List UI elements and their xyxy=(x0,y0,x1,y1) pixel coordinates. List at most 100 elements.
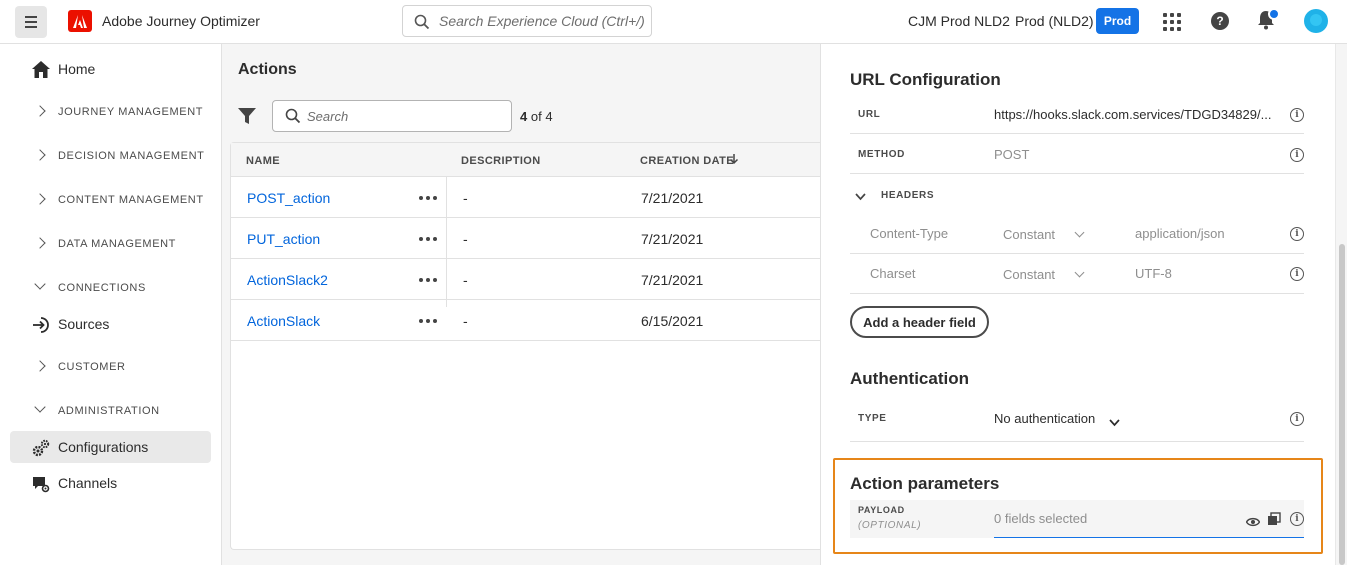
more-actions-icon[interactable] xyxy=(419,196,437,200)
info-icon[interactable]: i xyxy=(1290,148,1304,162)
payload-focus-underline xyxy=(994,537,1304,538)
info-icon[interactable]: i xyxy=(1290,267,1304,281)
table-row[interactable]: POST_action - 7/21/2021 xyxy=(231,177,821,218)
header-name[interactable]: Content-Type xyxy=(870,226,948,241)
global-search-input[interactable] xyxy=(439,6,647,36)
user-avatar[interactable] xyxy=(1304,9,1328,33)
top-bar: Adobe Journey Optimizer CJM Prod NLD2 Pr… xyxy=(0,0,1347,44)
nav-sources[interactable]: Sources xyxy=(10,308,211,340)
auth-type-field[interactable]: TYPE No authentication i xyxy=(850,398,1304,442)
chevron-down-icon[interactable] xyxy=(1074,267,1085,278)
panel-scrollbar[interactable] xyxy=(1335,44,1347,565)
method-field[interactable]: METHOD POST i xyxy=(850,134,1304,174)
info-icon[interactable]: i xyxy=(1290,227,1304,241)
nav-administration[interactable]: ADMINISTRATION xyxy=(10,395,211,427)
apps-grid-icon[interactable] xyxy=(1163,13,1181,31)
header-type-select[interactable]: Constant xyxy=(1003,267,1055,282)
header-value[interactable]: application/json xyxy=(1135,226,1225,241)
table-row[interactable]: ActionSlack2 - 7/21/2021 xyxy=(231,259,821,300)
header-name[interactable]: Charset xyxy=(870,266,916,281)
nav-home-label: Home xyxy=(58,61,96,77)
chevron-down-icon[interactable] xyxy=(1074,227,1085,238)
nav-channels[interactable]: Channels xyxy=(10,467,211,499)
payload-field[interactable]: PAYLOAD (OPTIONAL) 0 fields selected i xyxy=(850,500,1304,538)
action-date: 7/21/2021 xyxy=(641,190,704,206)
auth-type-select[interactable]: No authentication xyxy=(994,411,1095,426)
action-description: - xyxy=(463,313,468,329)
nav-label: JOURNEY MANAGEMENT xyxy=(58,106,204,118)
nav-label: DECISION MANAGEMENT xyxy=(58,150,205,162)
action-description: - xyxy=(463,231,468,247)
help-icon[interactable]: ? xyxy=(1211,12,1229,30)
sort-descending-icon[interactable] xyxy=(728,152,740,168)
action-name-link[interactable]: ActionSlack2 xyxy=(247,272,328,288)
info-icon[interactable]: i xyxy=(1290,512,1304,526)
chevron-down-icon xyxy=(34,278,46,290)
auth-type-label: TYPE xyxy=(858,413,887,424)
url-value[interactable]: https://hooks.slack.com.services/TDGD348… xyxy=(994,107,1271,122)
table-row[interactable]: PUT_action - 7/21/2021 xyxy=(231,218,821,259)
more-actions-icon[interactable] xyxy=(419,278,437,282)
nav-customer[interactable]: CUSTOMER xyxy=(10,351,211,383)
environment-badge[interactable]: Prod xyxy=(1096,8,1139,34)
nav-label: CUSTOMER xyxy=(58,361,126,373)
actions-search-input[interactable] xyxy=(307,101,507,131)
header-row[interactable]: Charset Constant UTF-8 i xyxy=(850,254,1304,294)
headers-label: HEADERS xyxy=(881,190,935,201)
action-date: 7/21/2021 xyxy=(641,231,704,247)
nav-configurations[interactable]: Configurations xyxy=(10,431,211,463)
authentication-title: Authentication xyxy=(850,369,969,388)
chevron-down-icon xyxy=(34,401,46,413)
nav-label: Channels xyxy=(58,475,118,491)
scrollbar-thumb[interactable] xyxy=(1339,244,1345,565)
global-search[interactable] xyxy=(402,5,652,37)
sandbox-switcher[interactable]: Prod (NLD2) xyxy=(1015,13,1094,29)
column-description[interactable]: DESCRIPTION xyxy=(461,155,541,167)
header-value[interactable]: UTF-8 xyxy=(1135,266,1172,281)
chevron-right-icon xyxy=(34,105,46,117)
chevron-down-icon[interactable] xyxy=(1109,414,1120,430)
nav-decision-management[interactable]: DECISION MANAGEMENT xyxy=(10,140,211,172)
actions-search[interactable] xyxy=(272,100,512,132)
action-description: - xyxy=(463,272,468,288)
info-icon[interactable]: i xyxy=(1290,108,1304,122)
nav-data-management[interactable]: DATA MANAGEMENT xyxy=(10,228,211,260)
column-creation-date[interactable]: CREATION DATE xyxy=(640,155,734,167)
url-field[interactable]: URL https://hooks.slack.com.services/TDG… xyxy=(850,94,1304,134)
more-actions-icon[interactable] xyxy=(419,237,437,241)
action-name-link[interactable]: ActionSlack xyxy=(247,313,320,329)
nav-content-management[interactable]: CONTENT MANAGEMENT xyxy=(10,184,211,216)
nav-home[interactable]: Home xyxy=(10,53,211,85)
chevron-right-icon xyxy=(34,149,46,161)
adobe-logo-icon[interactable] xyxy=(68,10,92,32)
headers-section-toggle[interactable]: HEADERS xyxy=(850,175,1304,215)
filter-icon[interactable] xyxy=(238,108,256,128)
copy-icon[interactable] xyxy=(1267,512,1281,529)
app-title[interactable]: Adobe Journey Optimizer xyxy=(102,13,260,29)
action-config-panel: URL Configuration URL https://hooks.slac… xyxy=(820,44,1334,565)
info-icon[interactable]: i xyxy=(1290,412,1304,426)
more-actions-icon[interactable] xyxy=(419,319,437,323)
hamburger-menu-button[interactable] xyxy=(15,6,47,38)
action-name-link[interactable]: POST_action xyxy=(247,190,330,206)
table-row[interactable]: ActionSlack - 6/15/2021 xyxy=(231,300,821,341)
nav-journey-management[interactable]: JOURNEY MANAGEMENT xyxy=(10,96,211,128)
method-value[interactable]: POST xyxy=(994,147,1029,162)
payload-label: PAYLOAD xyxy=(858,505,905,515)
eye-icon[interactable] xyxy=(1245,514,1261,530)
sources-icon xyxy=(32,316,50,334)
action-date: 7/21/2021 xyxy=(641,272,704,288)
payload-optional-label: (OPTIONAL) xyxy=(858,520,922,531)
chevron-down-icon xyxy=(855,188,866,204)
result-count: 4 of 4 xyxy=(520,109,553,124)
column-name[interactable]: NAME xyxy=(246,155,280,167)
actions-list-area: Actions 4 of 4 NAME DESCRIPTION CREATION… xyxy=(222,44,821,565)
payload-value[interactable]: 0 fields selected xyxy=(994,511,1087,526)
chevron-right-icon xyxy=(34,360,46,372)
org-switcher[interactable]: CJM Prod NLD2 xyxy=(908,13,1010,29)
add-header-field-button[interactable]: Add a header field xyxy=(850,306,989,338)
nav-connections[interactable]: CONNECTIONS xyxy=(10,272,211,304)
action-name-link[interactable]: PUT_action xyxy=(247,231,320,247)
header-row[interactable]: Content-Type Constant application/json i xyxy=(850,214,1304,254)
header-type-select[interactable]: Constant xyxy=(1003,227,1055,242)
